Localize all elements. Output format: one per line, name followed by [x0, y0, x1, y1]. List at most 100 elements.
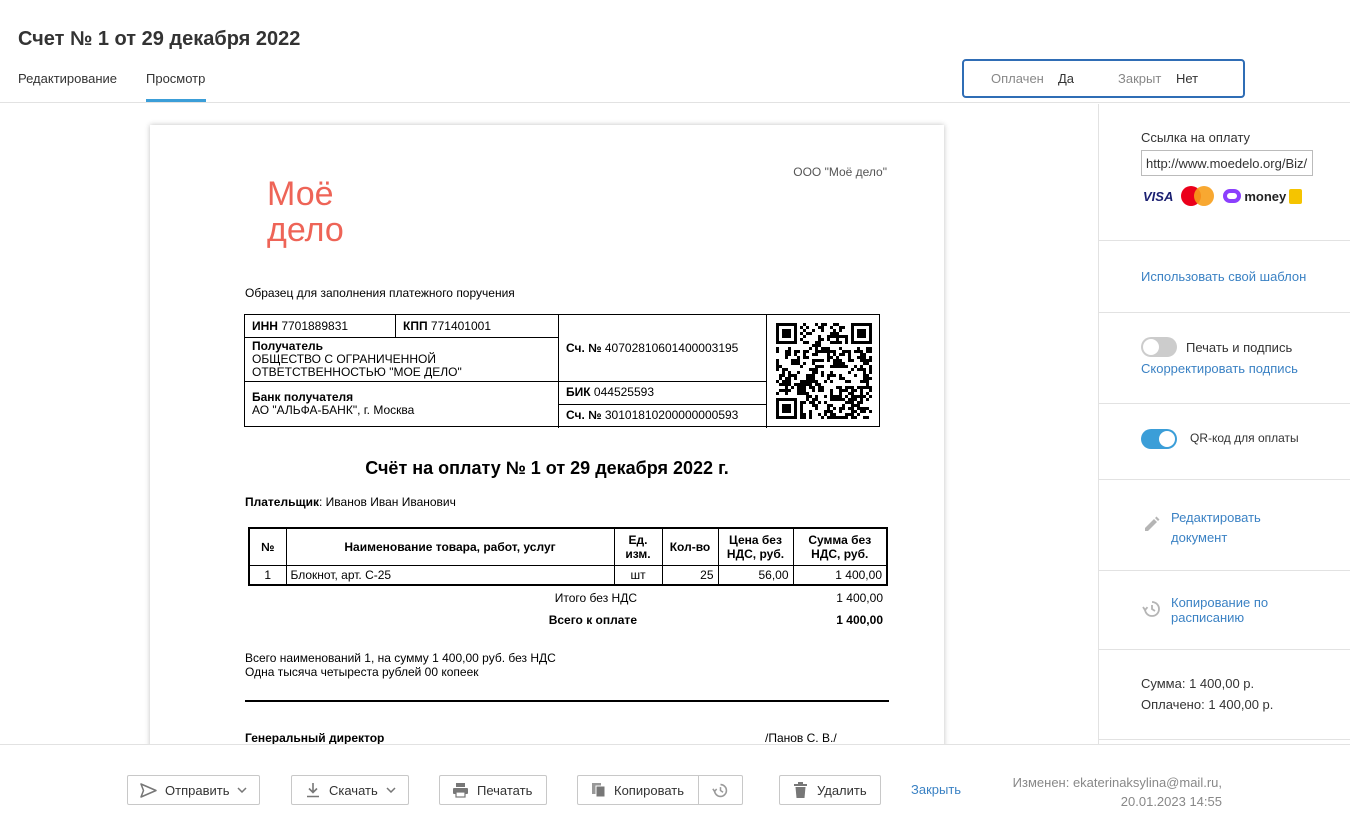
paid-text: Оплачено: 1 400,00 р. [1141, 697, 1274, 712]
history-icon [1142, 601, 1160, 617]
stamp-toggle[interactable] [1141, 337, 1177, 357]
document-preview-area[interactable]: ООО "Моё дело" Моё дело Образец для запо… [0, 104, 1098, 744]
stamp-label: Печать и подпись [1186, 340, 1293, 355]
history-icon [712, 783, 728, 797]
logo-line-1: Моё [267, 175, 334, 213]
copy-button[interactable]: Копировать [577, 775, 699, 805]
bank-details-table: ИНН 7701889831 КПП 771401001 Получатель … [244, 314, 880, 428]
download-button[interactable]: Скачать [291, 775, 409, 805]
template-section: Использовать свой шаблон [1099, 241, 1350, 313]
payment-link-section: Ссылка на оплату VISA money [1099, 104, 1350, 241]
inn-label: ИНН [252, 319, 278, 333]
delete-button[interactable]: Удалить [779, 775, 881, 805]
sidebar: Ссылка на оплату VISA money Использовать… [1098, 104, 1350, 744]
account-value: 40702810601400003195 [604, 341, 739, 355]
schedule-section: Копирование по расписанию [1099, 571, 1350, 650]
copy-label: Копировать [614, 782, 684, 798]
edit-document-link[interactable]: Редактировать документ [1171, 508, 1291, 548]
payer-label: Плательщик [245, 495, 319, 509]
company-name: ООО "Моё дело" [793, 165, 887, 179]
table-cell: 1 400,00 [792, 564, 888, 585]
mastercard-icon [1181, 186, 1215, 206]
tab-view[interactable]: Просмотр [146, 71, 205, 86]
paid-value[interactable]: Да [1058, 71, 1074, 86]
print-button[interactable]: Печатать [439, 775, 547, 805]
payer-line: Плательщик: Иванов Иван Иванович [245, 495, 456, 509]
paid-label: Оплачен [991, 71, 1044, 86]
col-header: Кол-во [661, 527, 719, 566]
bank-value: АО "АЛЬФА-БАНК", г. Москва [252, 403, 415, 417]
qr-section: QR-код для оплаты [1099, 404, 1350, 480]
qr-toggle[interactable] [1141, 429, 1177, 449]
stamp-section: Печать и подпись Скорректировать подпись [1099, 313, 1350, 404]
chevron-down-icon [386, 787, 396, 793]
schedule-copy-link[interactable]: Копирование по расписанию [1171, 595, 1301, 625]
print-label: Печатать [477, 782, 533, 798]
sample-title: Образец для заполнения платежного поруче… [245, 286, 515, 300]
kpp-value: 771401001 [430, 319, 491, 333]
yoomoney-icon: money [1223, 188, 1303, 204]
items-table: № Наименование товара, работ, услуг Ед. … [248, 527, 888, 586]
send-button[interactable]: Отправить [127, 775, 260, 805]
invoice-paper: ООО "Моё дело" Моё дело Образец для запо… [150, 125, 944, 744]
col-header: Цена без НДС, руб. [717, 527, 794, 566]
send-label: Отправить [165, 782, 230, 798]
recipient-label: Получатель [252, 339, 323, 353]
table-cell: Блокнот, арт. С-25 [285, 564, 615, 585]
close-link[interactable]: Закрыть [911, 782, 961, 797]
footer-toolbar: Отправить Скачать Печатать Копировать Уд… [0, 744, 1350, 816]
money-label: money [1244, 188, 1287, 204]
download-label: Скачать [329, 782, 378, 798]
qr-label: QR-код для оплаты [1190, 431, 1299, 445]
total-label: Всего к оплате [548, 613, 637, 627]
chevron-down-icon [237, 787, 247, 793]
corr-label: Сч. № [566, 408, 602, 422]
summary-line-2: Одна тысяча четыреста рублей 00 копеек [245, 665, 479, 679]
account-label: Сч. № [566, 341, 602, 355]
closed-value[interactable]: Нет [1176, 71, 1198, 86]
payment-methods: VISA money [1143, 186, 1303, 206]
closed-label: Закрыт [1118, 71, 1162, 86]
moedelo-logo: Моё дело [267, 177, 344, 249]
delete-label: Удалить [817, 782, 867, 798]
total-no-vat-label: Итого без НДС [554, 591, 637, 605]
header: Счет № 1 от 29 декабря 2022 Редактирован… [0, 0, 1350, 103]
payment-link-input[interactable] [1141, 150, 1313, 176]
page-title: Счет № 1 от 29 декабря 2022 [18, 28, 301, 50]
fix-signature-link[interactable]: Скорректировать подпись [1141, 361, 1298, 376]
copy-icon [592, 783, 606, 798]
table-cell: 25 [661, 564, 719, 585]
invoice-title: Счёт на оплату № 1 от 29 декабря 2022 г. [365, 458, 729, 478]
table-cell: 56,00 [717, 564, 794, 585]
director-name: /Панов С. В./ [765, 731, 837, 744]
director-label: Генеральный директор [245, 731, 385, 744]
logo-line-2: дело [267, 211, 344, 249]
table-row: 1 Блокнот, арт. С-25 шт 25 56,00 1 400,0… [248, 564, 888, 585]
modified-info: Изменен: ekaterinaksylina@mail.ru, 20.01… [1013, 773, 1222, 811]
visa-icon: VISA [1143, 188, 1174, 204]
payment-link-label: Ссылка на оплату [1141, 130, 1251, 145]
trash-icon [794, 782, 807, 798]
divider [245, 700, 889, 702]
send-icon [140, 782, 157, 798]
copy-history-button[interactable] [698, 775, 743, 805]
col-header: Ед. изм. [613, 527, 663, 566]
tab-edit[interactable]: Редактирование [18, 71, 117, 86]
pencil-icon [1145, 516, 1160, 531]
corr-value: 30101810200000000593 [604, 408, 739, 422]
bank-label: Банк получателя [252, 390, 354, 404]
printer-icon [453, 783, 468, 798]
own-template-link[interactable]: Использовать свой шаблон [1141, 269, 1306, 284]
table-cell: 1 [248, 564, 287, 585]
modified-line-2: 20.01.2023 14:55 [1120, 794, 1222, 809]
col-header: Наименование товара, работ, услуг [285, 527, 615, 566]
edit-section: Редактировать документ [1099, 480, 1350, 571]
total-no-vat-value: 1 400,00 [836, 591, 883, 605]
col-header: № [248, 527, 287, 566]
inn-value: 7701889831 [281, 319, 349, 333]
recipient-value: ОБЩЕСТВО С ОГРАНИЧЕННОЙ ОТВЕТСТВЕННОСТЬЮ… [252, 352, 462, 379]
download-icon [307, 783, 319, 798]
active-tab-indicator [146, 99, 206, 102]
modified-line-1: Изменен: ekaterinaksylina@mail.ru, [1012, 775, 1222, 790]
col-header: Сумма без НДС, руб. [792, 527, 888, 566]
